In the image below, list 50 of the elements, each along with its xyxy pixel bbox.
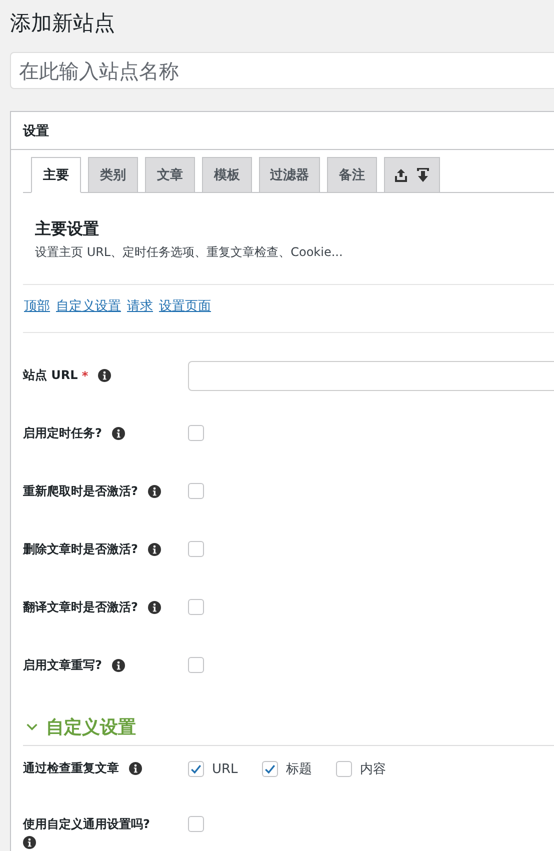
field-label: 站点 URL (23, 367, 78, 384)
checkbox[interactable] (188, 761, 204, 777)
quick-link[interactable]: 顶部 (24, 297, 50, 332)
tab[interactable]: 模板 (202, 157, 252, 193)
field-label: 启用文章重写? (23, 657, 102, 674)
tab[interactable]: 类别 (88, 157, 138, 193)
info-icon[interactable] (112, 659, 125, 672)
section-title: 主要设置 (35, 219, 100, 240)
tab[interactable]: 文章 (145, 157, 195, 193)
import-export-tab[interactable] (384, 157, 440, 193)
checkbox[interactable] (262, 761, 278, 777)
field-label: 删除文章时是否激活? (23, 541, 138, 558)
checkbox[interactable] (188, 425, 204, 441)
download-icon (417, 168, 429, 182)
tab[interactable]: 主要 (31, 157, 81, 193)
checkbox[interactable] (188, 483, 204, 499)
info-icon[interactable] (23, 836, 36, 849)
field-label: 启用定时任务? (23, 425, 102, 442)
field-label: 翻译文章时是否激活? (23, 599, 138, 616)
field-label: 通过检查重复文章 (23, 760, 119, 777)
site-url-field[interactable] (188, 361, 554, 391)
checkbox-label: 标题 (286, 761, 312, 778)
quick-link[interactable]: 设置页面 (159, 297, 211, 332)
quick-link[interactable]: 请求 (127, 297, 153, 332)
tab[interactable]: 备注 (327, 157, 377, 193)
quick-link[interactable]: 自定义设置 (56, 297, 121, 332)
site-name-field[interactable]: 在此输入站点名称 (10, 52, 554, 89)
checkbox[interactable] (188, 816, 204, 832)
tab[interactable]: 过滤器 (259, 157, 320, 193)
chevron-icon[interactable] (26, 722, 38, 732)
page-title: 添加新站点 (10, 10, 116, 37)
info-icon[interactable] (148, 601, 161, 614)
info-icon[interactable] (129, 762, 142, 775)
info-icon[interactable] (148, 543, 161, 556)
info-icon[interactable] (112, 427, 125, 440)
required-mark: * (82, 368, 88, 382)
checkbox-label: URL (212, 762, 238, 776)
custom-section-title: 自定义设置 (46, 716, 136, 739)
checkbox[interactable] (336, 761, 352, 777)
checkbox[interactable] (188, 657, 204, 673)
info-icon[interactable] (148, 485, 161, 498)
field-label: 重新爬取时是否激活? (23, 483, 138, 500)
checkbox-label: 内容 (360, 761, 386, 778)
upload-icon (395, 168, 407, 182)
section-description: 设置主页 URL、定时任务选项、重复文章检查、Cookie... (35, 244, 344, 261)
field-label: 使用自定义通用设置吗? (23, 816, 150, 833)
checkbox[interactable] (188, 599, 204, 615)
panel-title: 设置 (23, 122, 49, 140)
info-icon[interactable] (98, 369, 112, 382)
checkbox[interactable] (188, 541, 204, 557)
